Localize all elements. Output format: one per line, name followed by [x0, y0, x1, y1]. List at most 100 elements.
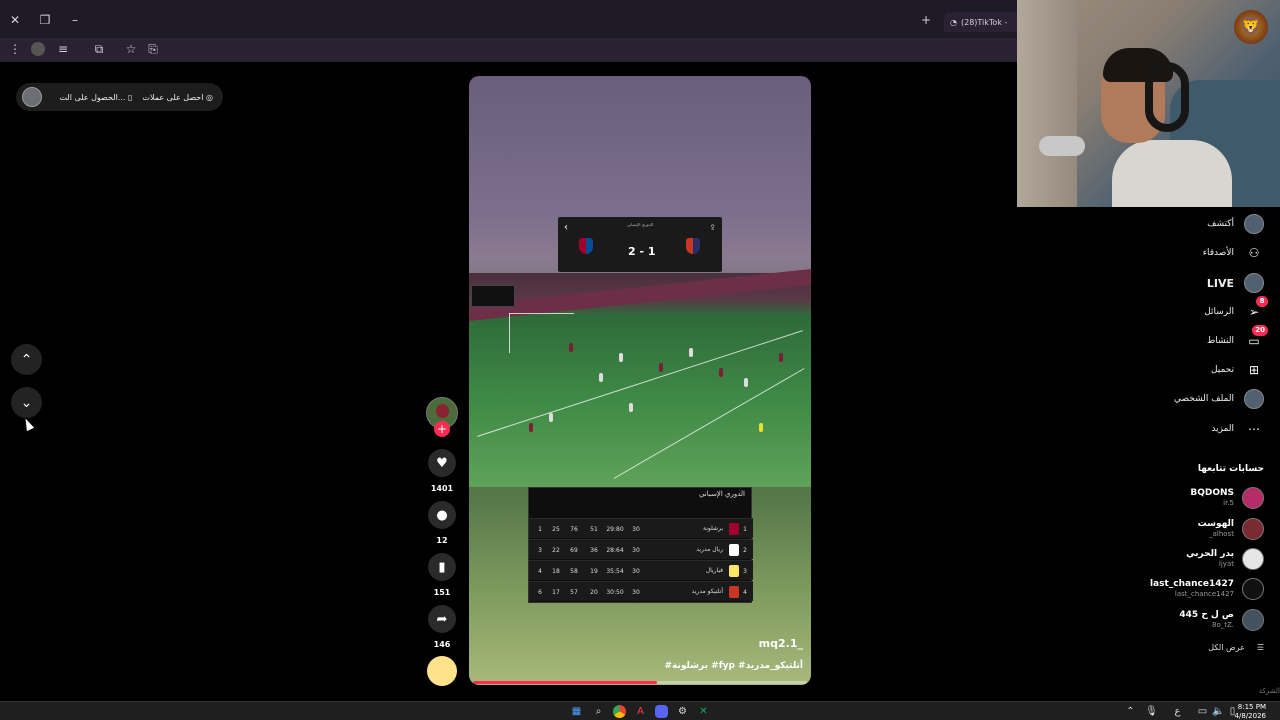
video-author-username[interactable]: mq2.1_: [759, 637, 803, 650]
excel-icon[interactable]: ✕: [697, 705, 710, 718]
bookmark-star-icon[interactable]: ☆: [124, 42, 138, 56]
sidebar-item[interactable]: LIVE: [1207, 272, 1264, 294]
following-account[interactable]: last_chance1427 last_chance1427: [1150, 576, 1264, 602]
tray-chevron-icon[interactable]: ⌃: [1124, 705, 1137, 718]
live-icon: [1244, 273, 1264, 293]
player: [689, 348, 693, 357]
save-button[interactable]: ▮: [428, 553, 456, 581]
following-account[interactable]: بدر الحربي ljyat: [1186, 546, 1264, 572]
pitch-line: [509, 313, 574, 314]
video-hashtags[interactable]: #برشلونة #fyp #أتلتيكو_مدريد: [664, 661, 803, 671]
following-account[interactable]: ص ل ح 445 8o_tZ.: [1179, 607, 1264, 633]
player: [719, 368, 723, 377]
standings-cell: 1: [538, 526, 542, 533]
previous-video-button[interactable]: ⌃: [11, 344, 42, 375]
comment-button[interactable]: ●: [428, 501, 456, 529]
account-avatar: [1242, 578, 1264, 600]
sidebar-item[interactable]: الرسائل ➢ 8: [1204, 296, 1268, 323]
video-player[interactable]: ‹ الدوري الإسباني ⇪ 2 - 1 الدوري الإسبان…: [469, 76, 811, 685]
system-clock[interactable]: 8:15 PM 4/8/2026: [1235, 703, 1266, 720]
player: [629, 403, 633, 412]
new-tab-icon[interactable]: +: [919, 13, 933, 27]
video-progress-bar[interactable]: [473, 681, 807, 684]
discord-icon[interactable]: [655, 705, 668, 718]
close-window-icon[interactable]: ✕: [8, 13, 22, 27]
sidebar-item[interactable]: تحميل ⊞: [1211, 359, 1264, 381]
share-button[interactable]: ➦: [428, 605, 456, 633]
sidebar-item[interactable]: أكتشف: [1207, 213, 1264, 235]
profile-avatar-icon[interactable]: [31, 42, 45, 56]
user-avatar[interactable]: [22, 87, 42, 107]
account-handle: _alhost: [1209, 530, 1234, 538]
network-icon[interactable]: ▭: [1196, 705, 1209, 718]
company-link[interactable]: الشركة: [1259, 687, 1280, 695]
get-coins-label: احصل على عملات: [142, 92, 204, 102]
standings-cell: 22: [552, 547, 560, 554]
windows-start-icon[interactable]: ▦: [570, 705, 583, 718]
music-disc-icon[interactable]: [427, 656, 457, 686]
sidebar-item[interactable]: الملف الشخصي: [1174, 388, 1264, 410]
restore-window-icon[interactable]: ❐: [38, 13, 52, 27]
reading-list-icon[interactable]: ≡: [56, 42, 70, 56]
bookmark-icon: ▮: [438, 559, 446, 575]
standings-title: الدوري الإسباني: [698, 490, 745, 498]
webcam-person-shirt: [1112, 140, 1232, 207]
standings-cell: 20: [590, 589, 598, 596]
search-icon[interactable]: ⌕: [592, 705, 605, 718]
sidebar-item[interactable]: المزيد ⋯: [1211, 418, 1264, 440]
account-names: ص ل ح 445 8o_tZ.: [1179, 610, 1234, 630]
league-standings-table: الدوري الإسباني 1 برشلونة 30 29:80 51 76 25 1 2 ر…: [528, 487, 753, 603]
install-app-icon[interactable]: ⎘: [146, 42, 160, 56]
like-button[interactable]: ♥: [428, 449, 456, 477]
sidebar-item[interactable]: الأصدقاء ⚇: [1203, 242, 1264, 264]
minimize-window-icon[interactable]: –: [68, 13, 82, 27]
player: [759, 423, 763, 432]
account-name: BQDONS: [1190, 488, 1234, 498]
clock-date: 4/8/2026: [1234, 712, 1266, 720]
standings-rank: 2: [743, 547, 747, 554]
standings-team: برشلونة: [703, 525, 723, 532]
extensions-icon[interactable]: ⧉: [92, 42, 106, 56]
scorecard-header: الدوري الإسباني: [626, 222, 654, 227]
sidebar-item[interactable]: النشاط ▭ 20: [1206, 325, 1268, 352]
player: [779, 353, 783, 362]
account-handle: ir.5: [1223, 499, 1234, 507]
team-crest-icon: [729, 565, 739, 577]
standings-cell: 30: [632, 547, 640, 554]
get-coins-button[interactable]: احصل على عملات ◎: [142, 93, 213, 102]
barcelona-crest-icon: [579, 238, 593, 254]
account-name: ص ل ح 445: [1179, 610, 1234, 620]
account-handle: last_chance1427: [1174, 590, 1234, 598]
standings-cell: 57: [570, 589, 578, 596]
account-names: بدر الحربي ljyat: [1186, 549, 1234, 569]
like-count: 1401: [430, 484, 454, 493]
save-count: 151: [433, 588, 451, 597]
broadcast-scorebug: [471, 285, 515, 307]
following-account[interactable]: BQDONS ir.5: [1190, 485, 1264, 511]
standings-cell: 58: [570, 568, 578, 575]
get-app-button[interactable]: الحصول على الت... ▯: [59, 93, 132, 102]
input-language-indicator[interactable]: ع: [1171, 705, 1184, 718]
settings-app-icon[interactable]: ⚙: [676, 705, 689, 718]
standings-cell: 18: [552, 568, 560, 575]
following-account[interactable]: الهوست _alhost: [1198, 516, 1264, 542]
clock-time: 8:15 PM: [1237, 703, 1266, 711]
see-all-button[interactable]: عرض الكل ☰: [1208, 643, 1264, 652]
standings-rank: 4: [743, 589, 747, 596]
mic-tray-icon[interactable]: 🎙: [1145, 705, 1158, 718]
follow-plus-button[interactable]: +: [434, 421, 450, 437]
menu-icon[interactable]: ⋮: [8, 42, 22, 56]
account-name: بدر الحربي: [1186, 549, 1234, 559]
next-video-button[interactable]: ⌄: [11, 387, 42, 418]
messages-icon: ➢ 8: [1244, 296, 1268, 322]
get-app-label: الحصول على الت...: [59, 92, 126, 102]
volume-icon[interactable]: 🔈: [1212, 705, 1225, 718]
adobe-icon[interactable]: A: [634, 705, 647, 718]
chrome-icon[interactable]: [613, 705, 626, 718]
sidebar-item-label: النشاط: [1206, 336, 1234, 346]
screen: ✕ ❐ – + ✕ ◔ (28)TikTok - ⋮ ≡ ⧉ ☆ ⎘ الحصو…: [0, 0, 1280, 720]
team-crest-icon: [729, 523, 739, 535]
player: [619, 353, 623, 362]
active-tab[interactable]: ◔ (28)TikTok -: [944, 12, 1017, 32]
player: [659, 363, 663, 372]
